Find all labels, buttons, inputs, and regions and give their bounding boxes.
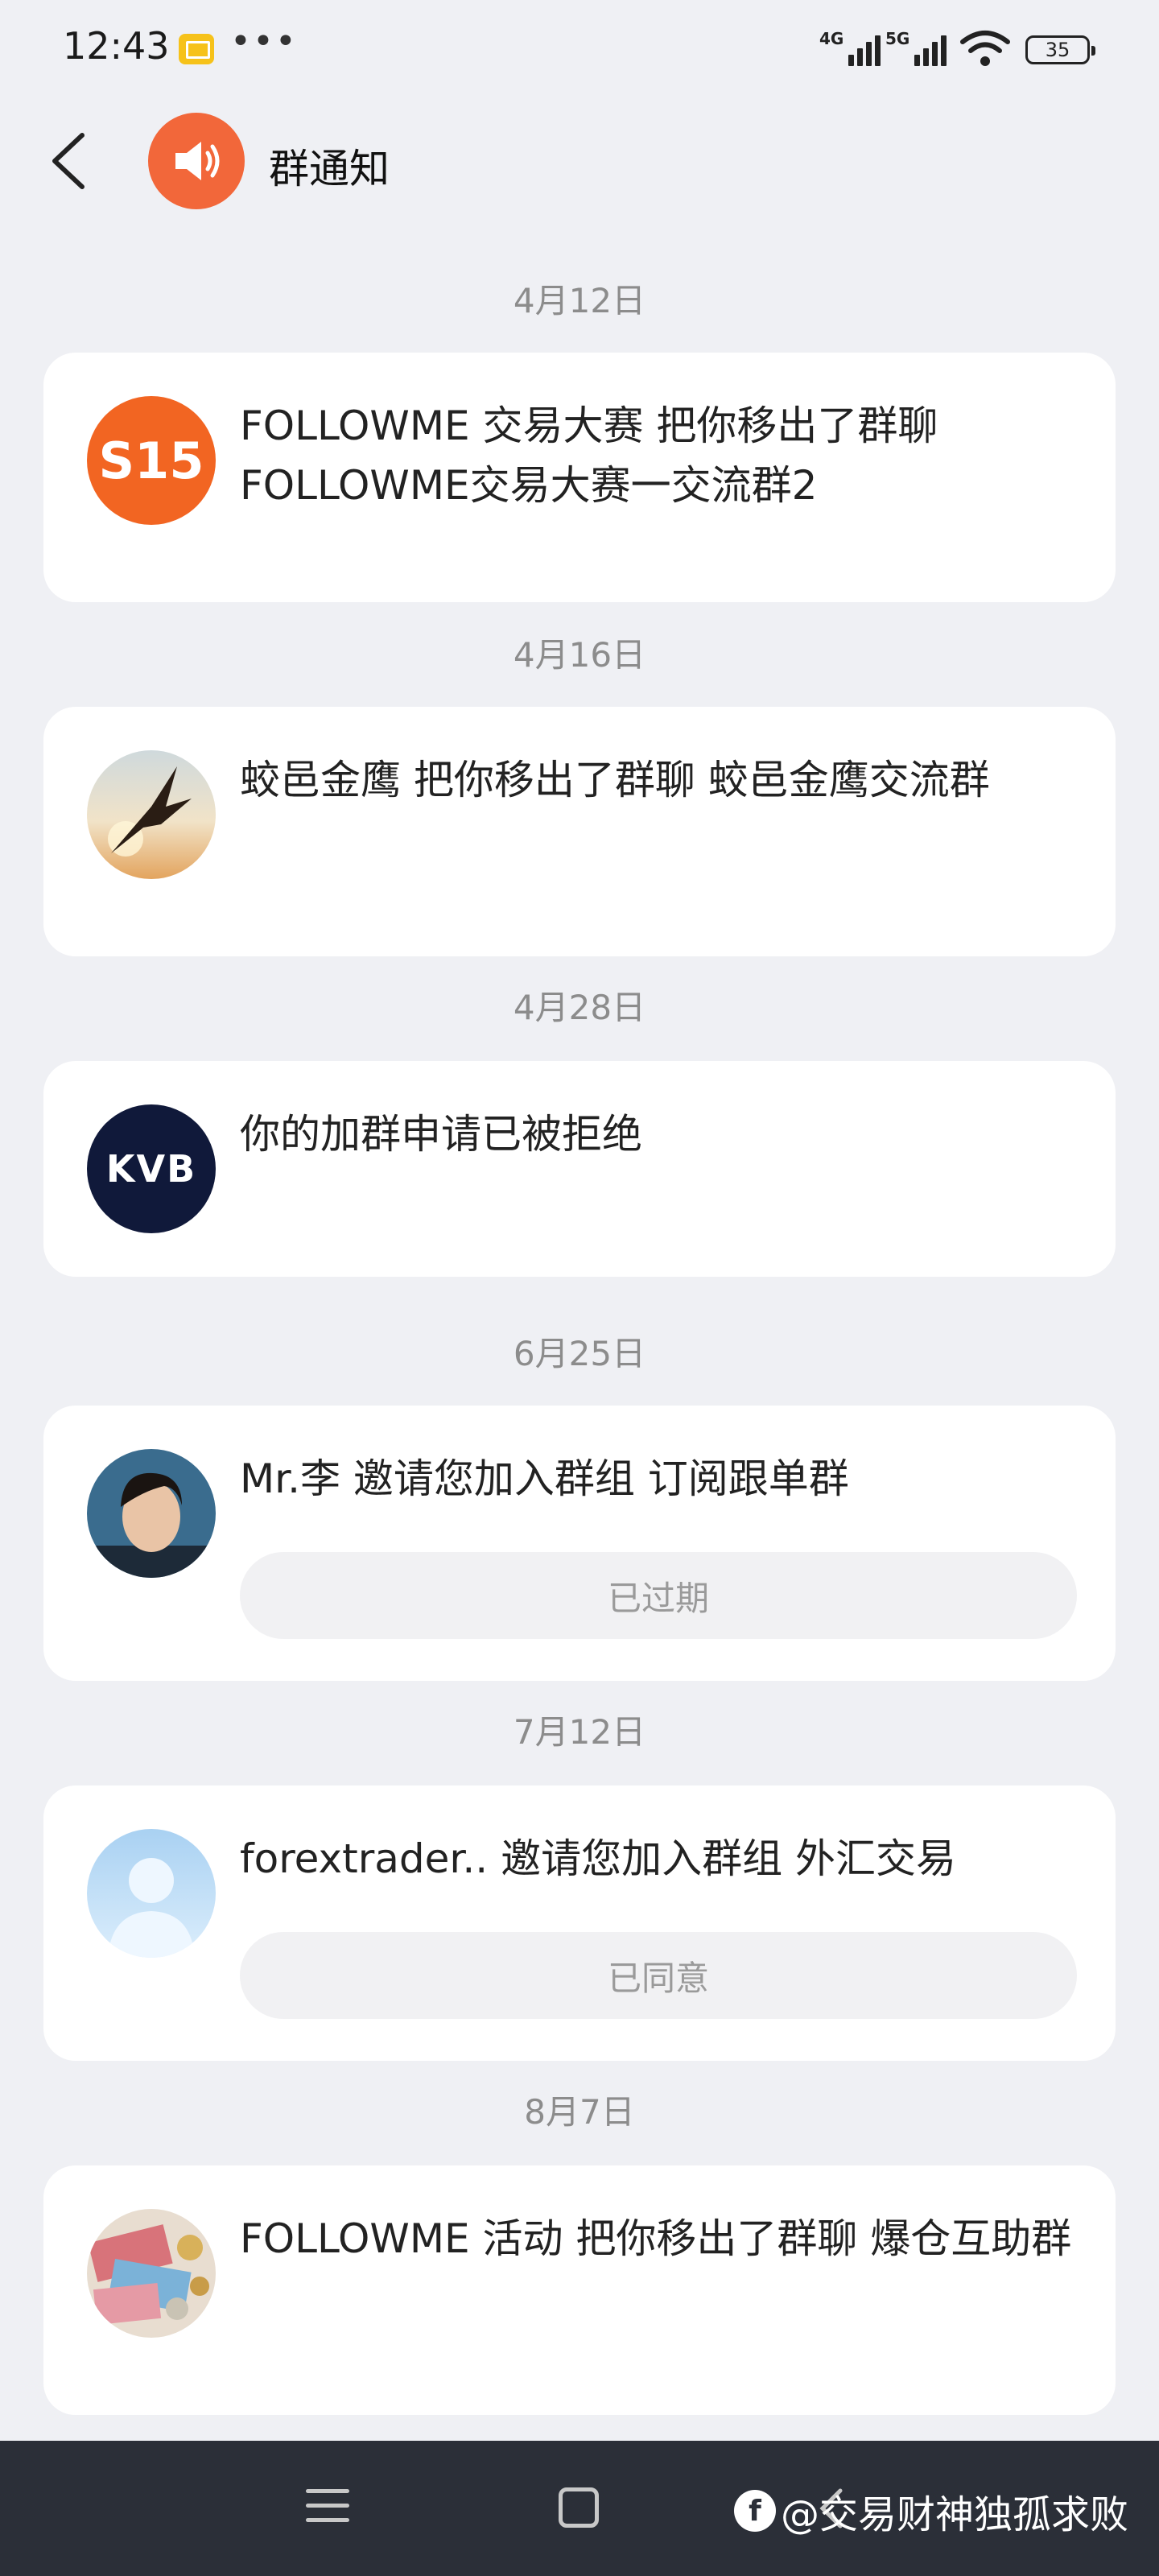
notification-text: FOLLOWME 交易大赛 把你移出了群聊 FOLLOWME交易大赛一交流群2	[240, 402, 938, 509]
signal-4g-icon: 4G	[819, 29, 881, 66]
default-user-avatar	[87, 1829, 216, 1958]
avatar: S15	[87, 396, 216, 525]
signal-5g-icon: 5G	[885, 29, 947, 66]
more-notifications-icon: •••	[230, 21, 298, 62]
status-badge: 已过期	[240, 1552, 1077, 1639]
avatar	[87, 2209, 216, 2338]
person-photo-avatar	[87, 1449, 216, 1578]
battery-level: 35	[1045, 39, 1070, 61]
home-icon[interactable]	[559, 2487, 599, 2528]
battery-icon: 35	[1025, 35, 1095, 64]
avatar-logo-text: S15	[98, 431, 204, 490]
date-separator: 4月12日	[513, 281, 646, 320]
speaker-icon	[148, 113, 245, 209]
notification-card[interactable]: forextrader.. 邀请您加入群组 外汇交易 已同意	[43, 1785, 1116, 2061]
header: 群通知	[0, 97, 1159, 225]
notification-text: 蛟邑金鹰 把你移出了群聊 蛟邑金鹰交流群	[240, 757, 990, 803]
status-bar: 12:43 ••• 4G 5G 35	[0, 0, 1159, 97]
eagle-avatar-image	[87, 750, 216, 879]
page-title: 群通知	[269, 146, 390, 192]
date-separator: 8月7日	[524, 2092, 635, 2132]
date-separator: 4月16日	[513, 635, 646, 675]
back-button[interactable]	[42, 127, 106, 195]
notification-text: 你的加群申请已被拒绝	[240, 1111, 642, 1158]
status-badge: 已同意	[240, 1932, 1077, 2019]
date-separator: 6月25日	[513, 1334, 646, 1373]
mail-notification-icon	[179, 34, 214, 64]
notification-card[interactable]: 蛟邑金鹰 把你移出了群聊 蛟邑金鹰交流群	[43, 707, 1116, 956]
menu-icon[interactable]	[306, 2489, 349, 2528]
notification-card[interactable]: S15 FOLLOWME 交易大赛 把你移出了群聊 FOLLOWME交易大赛一交…	[43, 353, 1116, 602]
signal-4g-label: 4G	[819, 29, 844, 48]
watermark-text: @交易财神独孤求败	[781, 2492, 1129, 2537]
watermark-logo-icon: f	[734, 2490, 776, 2532]
watermark: f @交易财神独孤求败	[734, 2483, 1128, 2539]
date-separator: 7月12日	[513, 1712, 646, 1752]
avatar: KVB	[87, 1104, 216, 1233]
status-time: 12:43	[63, 24, 170, 68]
avatar	[87, 1449, 216, 1578]
signal-5g-label: 5G	[885, 29, 910, 48]
wifi-icon	[960, 31, 1010, 66]
notification-card[interactable]: FOLLOWME 活动 把你移出了群聊 爆仓互助群	[43, 2165, 1116, 2415]
notification-card[interactable]: Mr.李 邀请您加入群组 订阅跟单群 已过期	[43, 1406, 1116, 1681]
navigation-bar: f @交易财神独孤求败	[0, 2441, 1159, 2576]
avatar	[87, 1829, 216, 1958]
avatar-logo-text: KVB	[105, 1147, 197, 1191]
notification-text: FOLLOWME 活动 把你移出了群聊 爆仓互助群	[240, 2215, 1072, 2262]
avatar	[87, 750, 216, 879]
notification-card[interactable]: KVB 你的加群申请已被拒绝	[43, 1061, 1116, 1277]
date-separator: 4月28日	[513, 988, 646, 1027]
notification-text: forextrader.. 邀请您加入群组 外汇交易	[240, 1835, 956, 1882]
notification-text: Mr.李 邀请您加入群组 订阅跟单群	[240, 1455, 849, 1502]
money-avatar-image	[87, 2209, 216, 2338]
